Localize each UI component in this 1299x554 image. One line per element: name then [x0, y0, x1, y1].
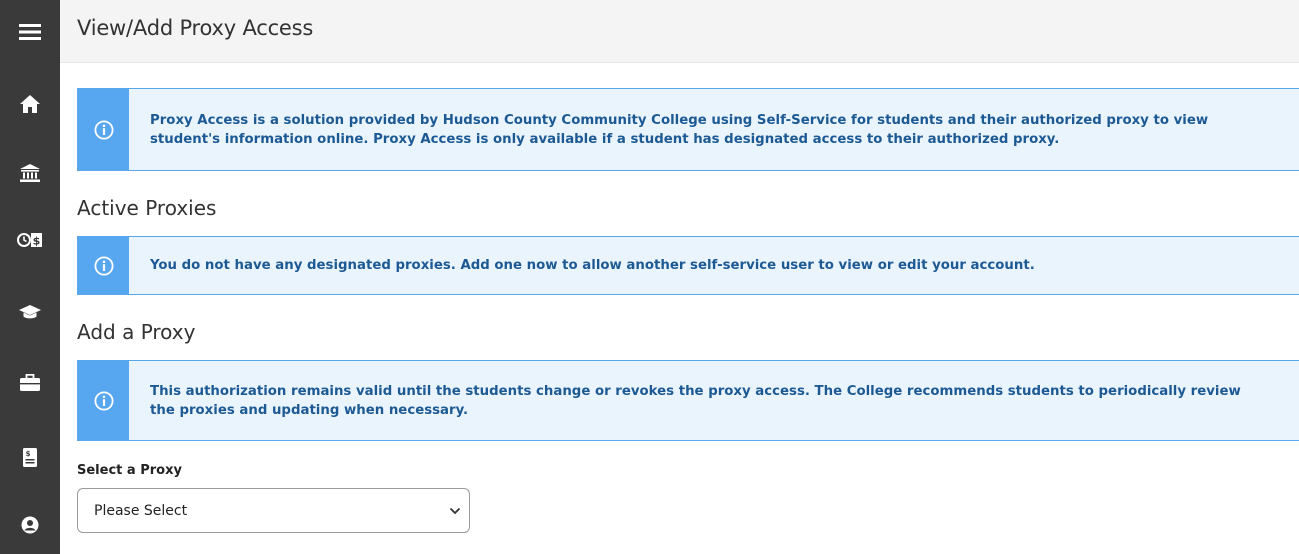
finance-icon: $: [17, 233, 42, 248]
graduation-cap-icon: [19, 305, 41, 319]
info-alert-intro: Proxy Access is a solution provided by H…: [77, 88, 1299, 171]
sidebar-nav: $ $: [0, 0, 60, 554]
chevron-down-icon: [449, 507, 461, 515]
sidebar-item-academics[interactable]: [0, 292, 60, 332]
page-title: View/Add Proxy Access: [77, 16, 314, 40]
sidebar-item-institution[interactable]: [0, 153, 60, 193]
alert-message: This authorization remains valid until t…: [150, 383, 1241, 418]
alert-icon-column: [78, 361, 129, 440]
sidebar-item-employment[interactable]: [0, 362, 60, 402]
briefcase-icon: [20, 373, 40, 391]
sidebar-item-home[interactable]: [0, 84, 60, 124]
proxy-select-value: Please Select: [94, 502, 188, 519]
alert-icon-column: [78, 89, 129, 170]
menu-button[interactable]: [0, 12, 60, 52]
info-icon: [93, 119, 114, 140]
info-alert-no-proxies: You do not have any designated proxies. …: [77, 236, 1299, 295]
page-header: View/Add Proxy Access: [60, 0, 1299, 63]
info-alert-authorization: This authorization remains valid until t…: [77, 360, 1299, 441]
alert-message: Proxy Access is a solution provided by H…: [150, 112, 1209, 147]
menu-icon: [19, 24, 41, 40]
user-circle-icon: [21, 516, 39, 534]
sidebar-item-finance[interactable]: $: [0, 220, 60, 260]
alert-icon-column: [78, 237, 129, 294]
sidebar-item-ledger[interactable]: $: [0, 437, 60, 477]
ledger-icon: $: [23, 447, 37, 467]
select-proxy-label: Select a Proxy: [77, 463, 182, 478]
svg-text:$: $: [33, 235, 41, 248]
sidebar-item-profile[interactable]: [0, 505, 60, 545]
institution-icon: [20, 164, 40, 182]
info-icon: [93, 390, 114, 411]
svg-text:$: $: [26, 450, 31, 458]
add-proxy-heading: Add a Proxy: [77, 320, 196, 344]
proxy-select[interactable]: Please Select: [77, 488, 470, 533]
info-icon: [93, 255, 114, 276]
active-proxies-heading: Active Proxies: [77, 196, 217, 220]
alert-message: You do not have any designated proxies. …: [150, 258, 1035, 273]
home-icon: [20, 95, 40, 113]
